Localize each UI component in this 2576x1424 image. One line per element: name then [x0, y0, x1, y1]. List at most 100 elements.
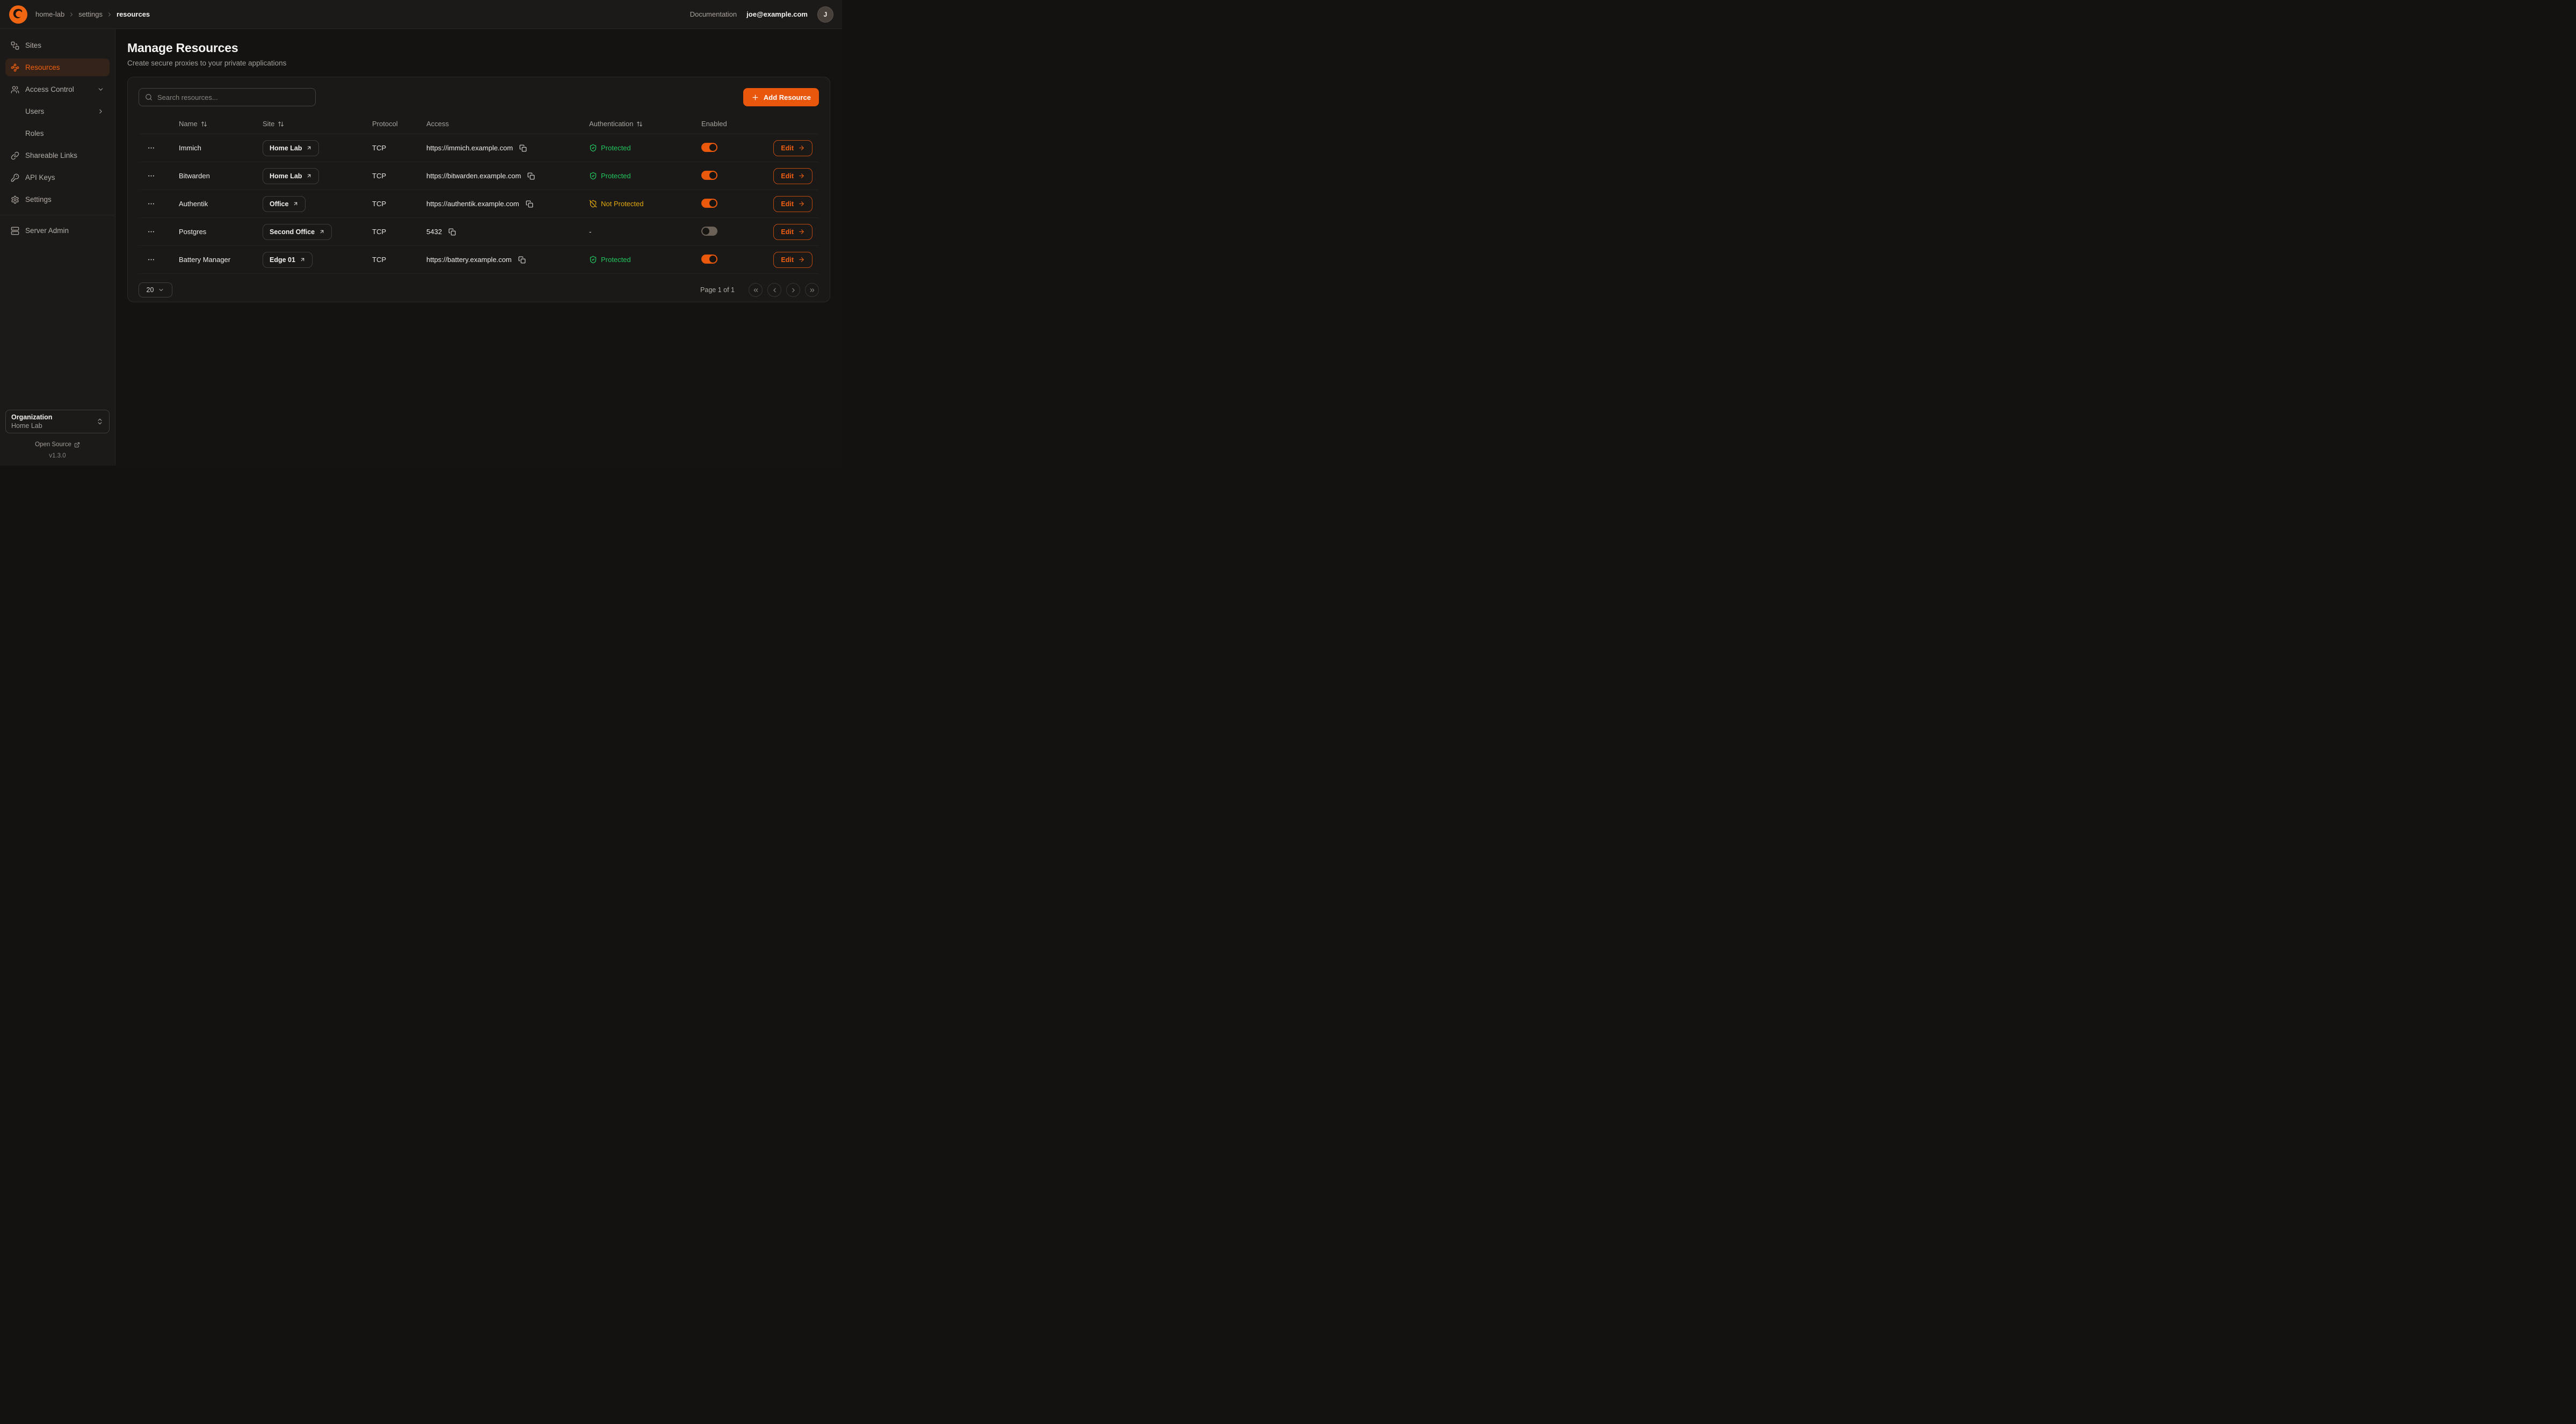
site-link-button[interactable]: Home Lab — [263, 140, 319, 156]
version-label: v1.3.0 — [5, 453, 110, 459]
enabled-toggle[interactable] — [701, 143, 717, 152]
row-menu-button[interactable] — [145, 142, 157, 154]
resource-name: Battery Manager — [179, 256, 263, 264]
previous-page-button[interactable] — [767, 283, 781, 297]
copy-icon[interactable] — [518, 143, 528, 153]
enabled-toggle[interactable] — [701, 227, 717, 236]
row-menu-button[interactable] — [145, 253, 157, 266]
table-row: Battery Manager Edge 01 TCP https://batt… — [139, 246, 819, 274]
breadcrumb-resources[interactable]: resources — [117, 10, 150, 18]
sidebar-item-roles[interactable]: Roles — [5, 125, 110, 142]
external-link-icon — [74, 442, 80, 448]
avatar[interactable]: J — [817, 6, 833, 23]
organization-value: Home Lab — [11, 422, 52, 430]
sidebar-item-label: Roles — [25, 129, 44, 137]
resource-name: Postgres — [179, 228, 263, 236]
site-link-button[interactable]: Home Lab — [263, 168, 319, 184]
column-header-enabled: Enabled — [701, 120, 727, 128]
sidebar-item-settings[interactable]: Settings — [5, 191, 110, 208]
search-input[interactable] — [157, 93, 309, 101]
plus-icon — [751, 93, 759, 101]
open-source-link[interactable]: Open Source — [5, 441, 110, 448]
enabled-toggle[interactable] — [701, 171, 717, 180]
auth-label: - — [589, 228, 591, 236]
copy-icon[interactable] — [447, 227, 457, 237]
site-name: Home Lab — [270, 144, 302, 152]
chevrons-right-icon — [809, 287, 816, 294]
sidebar-item-server-admin[interactable]: Server Admin — [5, 222, 110, 239]
row-menu-button[interactable] — [145, 226, 157, 238]
protocol: TCP — [372, 172, 426, 180]
row-menu-button[interactable] — [145, 198, 157, 210]
arrow-right-icon — [798, 144, 805, 151]
copy-icon[interactable] — [526, 171, 536, 181]
site-link-button[interactable]: Second Office — [263, 224, 332, 240]
access-url: 5432 — [426, 228, 442, 236]
edit-label: Edit — [781, 256, 794, 264]
enabled-toggle[interactable] — [701, 255, 717, 264]
sidebar-item-shareable-links[interactable]: Shareable Links — [5, 147, 110, 164]
sort-icon[interactable] — [201, 121, 207, 127]
chevron-right-icon — [106, 11, 113, 18]
arrow-right-icon — [798, 228, 805, 235]
protocol: TCP — [372, 144, 426, 152]
next-page-button[interactable] — [786, 283, 800, 297]
server-icon — [11, 227, 19, 235]
gear-icon — [11, 195, 19, 204]
row-menu-button[interactable] — [145, 170, 157, 182]
resource-name: Bitwarden — [179, 172, 263, 180]
copy-icon[interactable] — [517, 255, 527, 265]
edit-button[interactable]: Edit — [773, 140, 812, 156]
waypoints-icon — [11, 63, 19, 72]
resources-table: Name Site Protocol Access Authentication… — [139, 114, 819, 274]
search-resources-input-wrap — [139, 88, 316, 106]
edit-button[interactable]: Edit — [773, 196, 812, 212]
documentation-link[interactable]: Documentation — [690, 10, 737, 18]
breadcrumb-settings[interactable]: settings — [78, 10, 103, 18]
ellipsis-icon — [147, 144, 155, 152]
table-row: Postgres Second Office TCP 5432 - Edit — [139, 218, 819, 246]
page-size-select[interactable]: 20 — [139, 282, 172, 297]
sidebar-item-label: Access Control — [25, 85, 74, 93]
sort-icon[interactable] — [636, 121, 643, 127]
auth-status: Protected — [589, 256, 701, 264]
chevrons-left-icon — [752, 287, 759, 294]
sidebar-item-users[interactable]: Users — [5, 103, 110, 120]
table-row: Bitwarden Home Lab TCP https://bitwarden… — [139, 162, 819, 190]
organization-picker[interactable]: Organization Home Lab — [5, 410, 110, 433]
auth-label: Protected — [601, 256, 631, 264]
sort-icon[interactable] — [278, 121, 284, 127]
sidebar-item-label: Shareable Links — [25, 151, 77, 159]
arrow-up-right-icon — [300, 257, 306, 263]
arrow-up-right-icon — [293, 201, 299, 207]
breadcrumb: home-lab settings resources — [35, 10, 150, 18]
auth-label: Not Protected — [601, 200, 644, 208]
enabled-toggle[interactable] — [701, 199, 717, 208]
chevrons-up-down-icon — [96, 418, 104, 425]
edit-button[interactable]: Edit — [773, 168, 812, 184]
table-row: Authentik Office TCP https://authentik.e… — [139, 190, 819, 218]
edit-label: Edit — [781, 144, 794, 152]
sidebar-item-sites[interactable]: Sites — [5, 37, 110, 54]
last-page-button[interactable] — [805, 283, 819, 297]
breadcrumb-org[interactable]: home-lab — [35, 10, 64, 18]
copy-icon[interactable] — [525, 199, 534, 209]
sidebar-item-label: API Keys — [25, 173, 55, 181]
edit-button[interactable]: Edit — [773, 252, 812, 268]
sidebar-item-resources[interactable]: Resources — [5, 59, 110, 76]
sidebar-item-api-keys[interactable]: API Keys — [5, 169, 110, 186]
site-name: Home Lab — [270, 172, 302, 180]
sidebar-item-access-control[interactable]: Access Control — [5, 81, 110, 98]
site-link-button[interactable]: Edge 01 — [263, 252, 313, 268]
auth-status: Protected — [589, 172, 701, 180]
organization-label: Organization — [11, 413, 52, 421]
ellipsis-icon — [147, 200, 155, 208]
column-header-name: Name — [179, 120, 198, 128]
site-link-button[interactable]: Office — [263, 196, 306, 212]
add-resource-button[interactable]: Add Resource — [743, 88, 819, 106]
sidebar-item-label: Users — [25, 107, 44, 115]
pangolin-logo-icon — [9, 5, 28, 24]
first-page-button[interactable] — [749, 283, 763, 297]
protocol: TCP — [372, 256, 426, 264]
edit-button[interactable]: Edit — [773, 224, 812, 240]
